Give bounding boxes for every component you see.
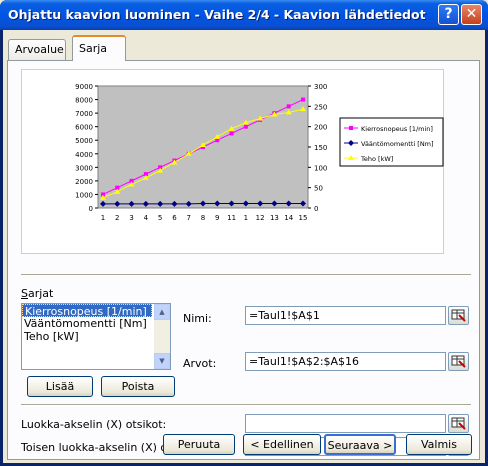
values-range-picker-icon[interactable] <box>448 352 469 371</box>
y-left-tick-label: 9000 <box>75 83 93 91</box>
dialog-window: Ohjattu kaavion luominen - Vaihe 2/4 - K… <box>0 0 488 466</box>
legend-entry-label: Vääntömomentti [Nm] <box>361 140 434 148</box>
y-left-tick-label: 5000 <box>75 137 93 145</box>
name-range-picker-icon[interactable] <box>448 306 469 325</box>
back-button[interactable]: < Edellinen <box>243 434 321 455</box>
y-right-tick-label: 150 <box>314 144 327 152</box>
legend-entry-label: Teho [kW] <box>360 155 393 163</box>
x-axis-range-picker-icon[interactable] <box>448 414 469 433</box>
add-series-button[interactable]: Lisää <box>27 376 93 397</box>
series-list-scrollbar[interactable]: ▲ ▼ <box>154 304 170 369</box>
series-point <box>229 131 234 136</box>
y-right-tick-label: 250 <box>314 103 327 111</box>
dialog-client: Arvoalue Sarja 0 1000 2000 3000 4000 5000 6000… <box>3 30 485 463</box>
y-right-tick-label: 50 <box>314 185 323 193</box>
chart-svg: 0 1000 2000 3000 4000 5000 6000 7000 8000 9000 0 50… <box>75 83 444 222</box>
y-left-tick-label: 7000 <box>75 110 93 118</box>
x-axis-labels-field[interactable] <box>245 414 446 433</box>
series-list-item[interactable]: Kierrosnopeus [1/min] <box>22 304 152 318</box>
x-tick-label: 2 <box>115 214 119 222</box>
series-list-item[interactable]: Vääntömomentti [Nm] <box>22 317 170 330</box>
x-tick-label: 5 <box>158 214 162 222</box>
close-button[interactable]: ✕ <box>461 4 482 25</box>
title-bar[interactable]: Ohjattu kaavion luominen - Vaihe 2/4 - K… <box>0 0 488 30</box>
scroll-up-arrow-icon[interactable]: ▲ <box>154 304 170 320</box>
y-left-tick-label: 6000 <box>75 124 93 132</box>
y-left-tick-label: 0 <box>89 205 93 213</box>
x-tick-label: 9 <box>215 214 219 222</box>
x-tick-label: 12 <box>256 214 265 222</box>
x-axis-labels-label: Luokka-akselin (X) otsikot: <box>21 418 167 431</box>
series-group-label-rest: arjat <box>27 287 54 300</box>
x-tick-label: 11 <box>227 214 236 222</box>
series-point <box>243 124 248 129</box>
finish-button[interactable]: Valmis <box>406 434 472 455</box>
tab-arvoalue[interactable]: Arvoalue <box>8 39 66 60</box>
y-right-tick-label: 300 <box>314 83 327 91</box>
next-button[interactable]: Seuraava > <box>324 434 396 455</box>
y-right-tick-label: 0 <box>314 205 318 213</box>
legend-entry-label: Kierrosnopeus [1/min] <box>361 125 433 133</box>
series-name-field[interactable]: =Taul1!$A$1 <box>245 306 446 325</box>
y-right-tick-label: 100 <box>314 164 327 172</box>
chart-preview: 0 1000 2000 3000 4000 5000 6000 7000 8000 9000 0 50… <box>21 69 444 254</box>
x-tick-label: 1 <box>244 214 248 222</box>
series-list-item[interactable]: Teho [kW] <box>22 330 170 343</box>
tab-sarja[interactable]: Sarja <box>72 35 126 61</box>
x-tick-label: 4 <box>144 214 149 222</box>
y-left-tick-label: 4000 <box>75 151 93 159</box>
separator-top <box>21 274 471 276</box>
x-tick-label: 8 <box>201 214 205 222</box>
y-left-tick-label: 1000 <box>75 191 93 199</box>
series-group-label: Sarjat <box>21 287 54 300</box>
series-point <box>286 104 291 109</box>
y-right-tick-label: 200 <box>314 124 327 132</box>
x-tick-label: 14 <box>284 214 293 222</box>
tab-panel-sarja: 0 1000 2000 3000 4000 5000 6000 7000 8000 9000 0 50… <box>7 60 480 460</box>
x-tick-label: 15 <box>299 214 308 222</box>
series-listbox[interactable]: Kierrosnopeus [1/min] Vääntömomentti [Nm… <box>21 303 171 370</box>
x-tick-label: 7 <box>186 214 190 222</box>
remove-series-button[interactable]: Poista <box>101 376 175 397</box>
legend-marker <box>349 126 353 130</box>
separator-bottom <box>21 404 471 406</box>
name-label: Nimi: <box>183 312 212 325</box>
y-left-tick-label: 2000 <box>75 178 93 186</box>
series-point <box>301 97 305 102</box>
series-values-field[interactable]: =Taul1!$A$2:$A$16 <box>245 352 446 371</box>
help-button[interactable]: ? <box>438 4 459 25</box>
scroll-down-arrow-icon[interactable]: ▼ <box>154 353 170 369</box>
values-label: Arvot: <box>183 357 217 370</box>
x-tick-label: 13 <box>270 214 279 222</box>
cancel-button[interactable]: Peruuta <box>163 434 235 455</box>
x-tick-label: 1 <box>101 214 105 222</box>
x-tick-label: 3 <box>129 214 133 222</box>
y-left-tick-label: 3000 <box>75 164 93 172</box>
x-tick-label: 6 <box>172 214 177 222</box>
window-title: Ohjattu kaavion luominen - Vaihe 2/4 - K… <box>8 7 426 22</box>
y-left-tick-label: 8000 <box>75 97 93 105</box>
